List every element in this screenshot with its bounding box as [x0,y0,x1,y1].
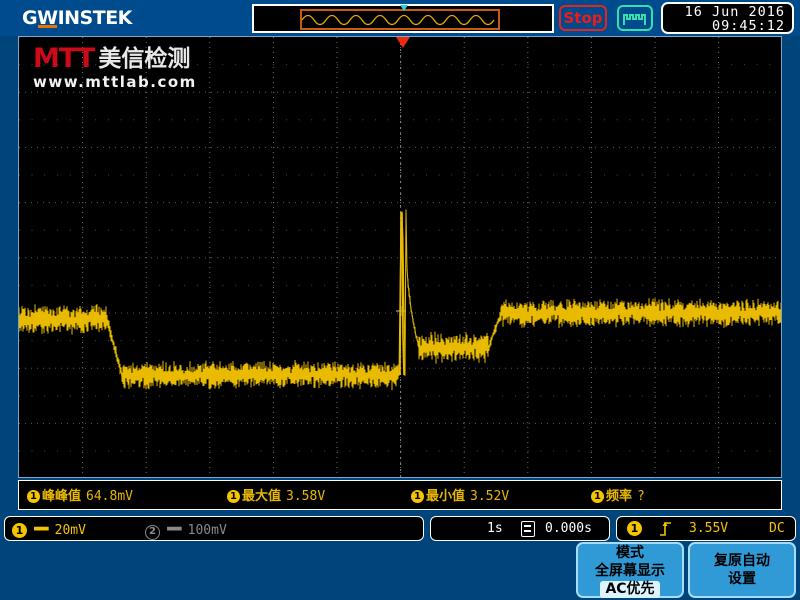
measurement-vmax[interactable]: 1 最大值 3.58V [227,485,325,504]
datetime-display: 16 Jun 2016 09:45:12 [661,2,794,34]
menu1-line1: 模式 [616,545,644,561]
logo-part-g: G [22,7,38,29]
meas-value: 3.58V [286,489,326,504]
oscilloscope-screen: GWINSTEK Stop 16 Jun 2016 09:45:12 MTT 美… [0,0,800,600]
date-text: 16 Jun 2016 [684,4,785,20]
menu1-line2: 全屏幕显示 [595,563,665,579]
channel1-setting[interactable]: 1 ▬▬ 20mV [12,521,86,538]
channel2-badge: 2 [145,525,160,540]
timebase-position: 0.000s [545,521,592,536]
trigger-level: 3.55V [689,521,729,536]
timebase-memory-icon [521,521,535,537]
channel1-waveform-trace [19,209,781,390]
meas-channel-badge: 1 [411,490,424,503]
trigger-source-badge: 1 [627,521,642,536]
logo-part-w: W [37,7,58,29]
meas-label: 频率 [606,489,633,504]
channel-settings-pill: 1 ▬▬ 20mV 2 ▬▬ 100mV [4,516,424,541]
menu-button-reset-autoset[interactable]: 复原自动 设置 [688,542,796,598]
channel1-badge: 1 [12,523,27,538]
timebase-scale: 1s [487,521,503,536]
preview-sine-wave [301,14,495,26]
meas-channel-badge: 1 [27,490,40,503]
run-stop-button[interactable]: Stop [559,5,607,31]
measurement-frequency[interactable]: 1 频率? [591,485,645,504]
trigger-rising-edge-icon [660,522,671,536]
meas-value: 3.52V [470,489,510,504]
channel1-coupling-icon: ▬▬ [34,521,49,536]
meas-label: 最小值 [426,489,466,504]
meas-value: 64.8mV [86,489,133,504]
meas-value: ? [637,489,645,504]
top-status-bar: GWINSTEK Stop 16 Jun 2016 09:45:12 [0,0,800,36]
measurement-bar: 1 峰峰值 64.8mV 1 最大值 3.58V 1 最小值 3.52V 1 频率? [18,480,782,510]
logo-part-instek: INSTEK [57,7,133,29]
measurement-vmin[interactable]: 1 最小值 3.52V [411,485,509,504]
time-text: 09:45:12 [711,18,785,34]
menu1-highlight: AC优先 [600,581,660,598]
measurement-vpp[interactable]: 1 峰峰值 64.8mV [27,485,133,504]
gwinstek-logo: GWINSTEK [22,7,132,29]
trigger-pill[interactable]: 1 3.55V DC [616,516,796,541]
channel1-scale: 20mV [54,523,86,538]
timebase-pill[interactable]: 1s 0.000s [430,516,610,541]
channel2-setting[interactable]: 2 ▬▬ 100mV [145,521,227,540]
meas-label: 最大值 [242,489,282,504]
menu2-line1: 复原自动 [714,553,770,569]
meas-channel-badge: 1 [227,490,240,503]
menu-button-display-mode[interactable]: 模式 全屏幕显示 AC优先 [576,542,684,598]
bottom-menu: 模式 全屏幕显示 AC优先 复原自动 设置 [576,542,800,600]
waveform-preview-window[interactable] [252,4,554,33]
trigger-coupling: DC [769,521,785,536]
settings-bar: 1 ▬▬ 20mV 2 ▬▬ 100mV 1s 0.000s 1 3.55V DC [0,516,800,542]
meas-channel-badge: 1 [591,490,604,503]
waveform-display-area[interactable]: MTT 美信检测 www.mttlab.com F <2Hz [18,36,782,478]
preview-trigger-marker [400,5,408,11]
square-pulse-icon[interactable] [617,5,653,31]
menu2-line2: 设置 [728,571,756,587]
channel2-scale: 100mV [187,523,227,538]
channel2-coupling-icon: ▬▬ [167,521,182,536]
meas-label: 峰峰值 [42,489,82,504]
